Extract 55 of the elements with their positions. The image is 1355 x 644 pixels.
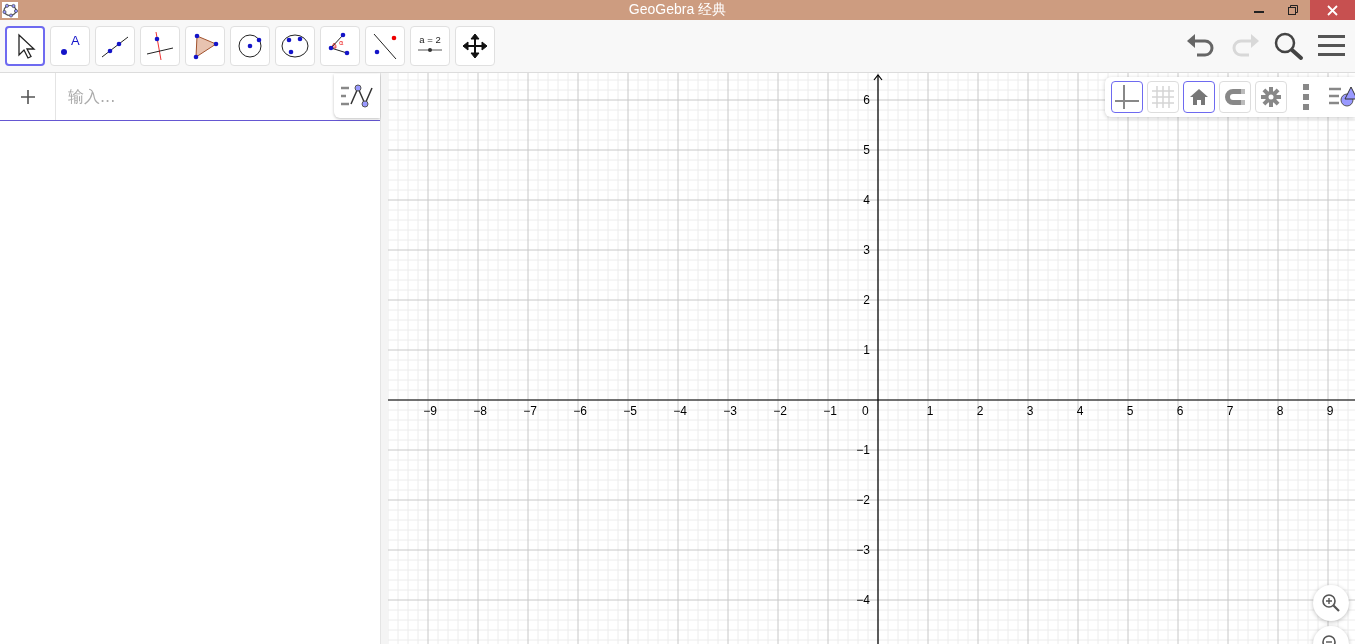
y-axis-label: −3 [856,543,870,557]
window-title: GeoGebra 经典 [628,1,727,17]
axes-toggle[interactable] [1111,81,1143,113]
x-axis-label: −8 [473,404,487,418]
zoom-in-icon [1321,593,1341,613]
settings-toggle[interactable] [1255,81,1287,113]
x-axis-label: 2 [976,404,984,418]
x-axis-label: 8 [1276,404,1284,418]
style-icon [1329,85,1355,109]
y-axis-label: −4 [856,593,870,607]
x-axis-label: −9 [423,404,437,418]
tool-button[interactable] [5,26,45,66]
grid-toggle[interactable] [1147,81,1179,113]
x-axis-label: 9 [1326,404,1334,418]
y-axis-label: 3 [863,243,870,257]
gear-icon [1261,87,1281,107]
close-button[interactable] [1310,0,1355,20]
zoom-in-button[interactable] [1313,585,1349,621]
y-axis-label: 6 [863,93,870,107]
origin-label: 0 [862,404,869,418]
x-axis-label: −4 [673,404,687,418]
magnet-toggle[interactable] [1219,81,1251,113]
x-axis-label: −6 [573,404,587,418]
axes-icon [1114,84,1140,110]
close-icon [1327,4,1338,16]
search-icon [1273,31,1305,61]
y-axis-label: 4 [863,193,870,207]
x-axis-label: 5 [1126,404,1134,418]
plus-icon [19,88,36,105]
x-axis-label: −1 [823,404,837,418]
grid-icon [1151,85,1175,109]
x-axis-label: −2 [773,404,787,418]
y-axis-label: −2 [856,493,870,507]
x-axis-label: 6 [1176,404,1184,418]
algebra-view-button[interactable] [334,74,380,118]
x-axis-label: −3 [723,404,737,418]
x-axis-label: 7 [1226,404,1234,418]
y-axis-label: 1 [863,343,870,357]
app-logo-icon [2,2,18,18]
magnet-icon [1223,87,1247,107]
home-icon [1189,88,1209,106]
y-axis-label: −1 [856,443,870,457]
y-axis-label: 2 [863,293,870,307]
function-graph-icon [340,84,374,108]
x-axis-label: 3 [1026,404,1034,418]
home-toggle[interactable] [1183,81,1215,113]
restore-icon [1288,5,1298,15]
x-axis-label: −5 [623,404,637,418]
perpendicular-line-icon [144,30,176,62]
x-axis-label: −7 [523,404,537,418]
more-icon [1302,84,1310,110]
menu-icon [1317,33,1347,59]
x-axis-label: 1 [926,404,934,418]
x-axis-label: 4 [1076,404,1084,418]
y-axis-label: 5 [863,143,870,157]
